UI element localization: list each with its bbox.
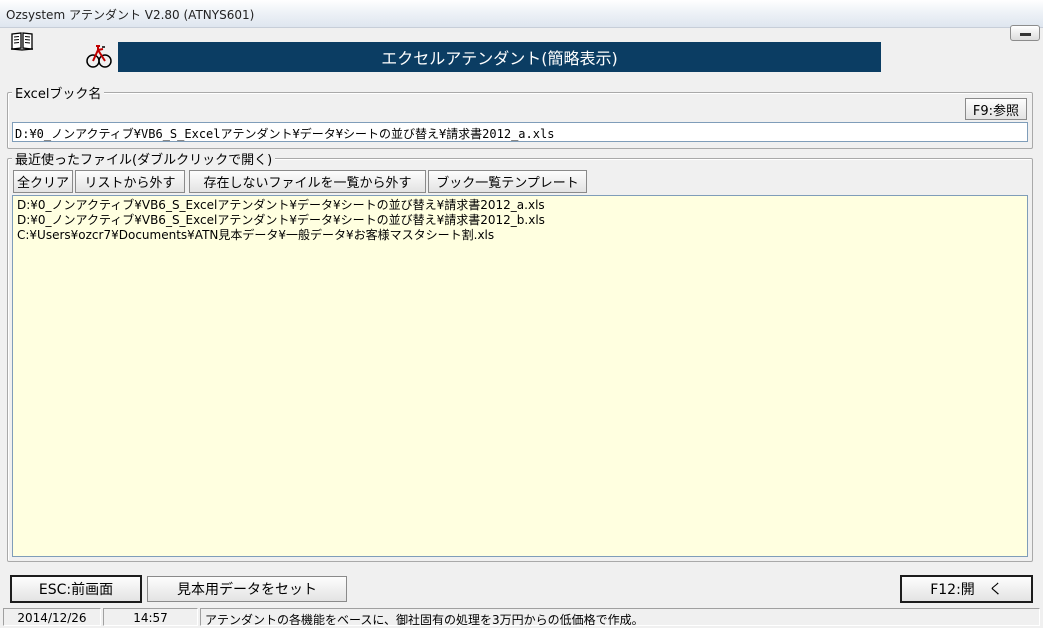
bicycle-icon — [86, 40, 112, 72]
esc-back-button[interactable]: ESC:前画面 — [10, 575, 142, 603]
remove-missing-files-button[interactable]: 存在しないファイルを一覧から外す — [189, 170, 426, 193]
banner-title: エクセルアテンダント(簡略表示) — [118, 42, 881, 72]
status-time: 14:57 — [103, 608, 198, 626]
excel-path-field[interactable]: D:¥0_ノンアクティブ¥VB6_S_Excelアテンダント¥データ¥シートの並… — [12, 122, 1028, 142]
status-bar: 2014/12/26 14:57 アテンダントの各機能をベースに、御社固有の処理… — [0, 606, 1043, 628]
recent-files-list[interactable]: D:¥0_ノンアクティブ¥VB6_S_Excelアテンダント¥データ¥シートの並… — [12, 195, 1028, 557]
open-button[interactable]: F12:開 く — [900, 575, 1033, 603]
book-list-template-button[interactable]: ブック一覧テンプレート — [428, 170, 587, 193]
list-item[interactable]: D:¥0_ノンアクティブ¥VB6_S_Excelアテンダント¥データ¥シートの並… — [17, 198, 1023, 213]
minimize-icon — [1020, 33, 1031, 36]
clear-all-button[interactable]: 全クリア — [13, 170, 73, 193]
title-bar[interactable]: Ozsystem アテンダント V2.80 (ATNYS601) — [0, 0, 1043, 28]
minimize-button[interactable] — [1010, 25, 1040, 41]
window-title: Ozsystem アテンダント V2.80 (ATNYS601) — [6, 8, 255, 22]
status-message: アテンダントの各機能をベースに、御社固有の処理を3万円からの低価格で作成。 — [200, 608, 1040, 626]
browse-button[interactable]: F9:参照 — [965, 98, 1027, 120]
recent-files-label: 最近使ったファイル(ダブルクリックで開く) — [12, 149, 276, 168]
banner-text: エクセルアテンダント(簡略表示) — [381, 49, 618, 68]
book-icon[interactable] — [10, 31, 34, 51]
remove-from-list-button[interactable]: リストから外す — [75, 170, 185, 193]
status-date: 2014/12/26 — [3, 608, 101, 626]
list-item[interactable]: C:¥Users¥ozcr7¥Documents¥ATN見本データ¥一般データ¥… — [17, 228, 1023, 243]
list-item[interactable]: D:¥0_ノンアクティブ¥VB6_S_Excelアテンダント¥データ¥シートの並… — [17, 213, 1023, 228]
load-sample-data-button[interactable]: 見本用データをセット — [147, 576, 347, 602]
excel-book-label: Excelブック名 — [12, 83, 105, 102]
